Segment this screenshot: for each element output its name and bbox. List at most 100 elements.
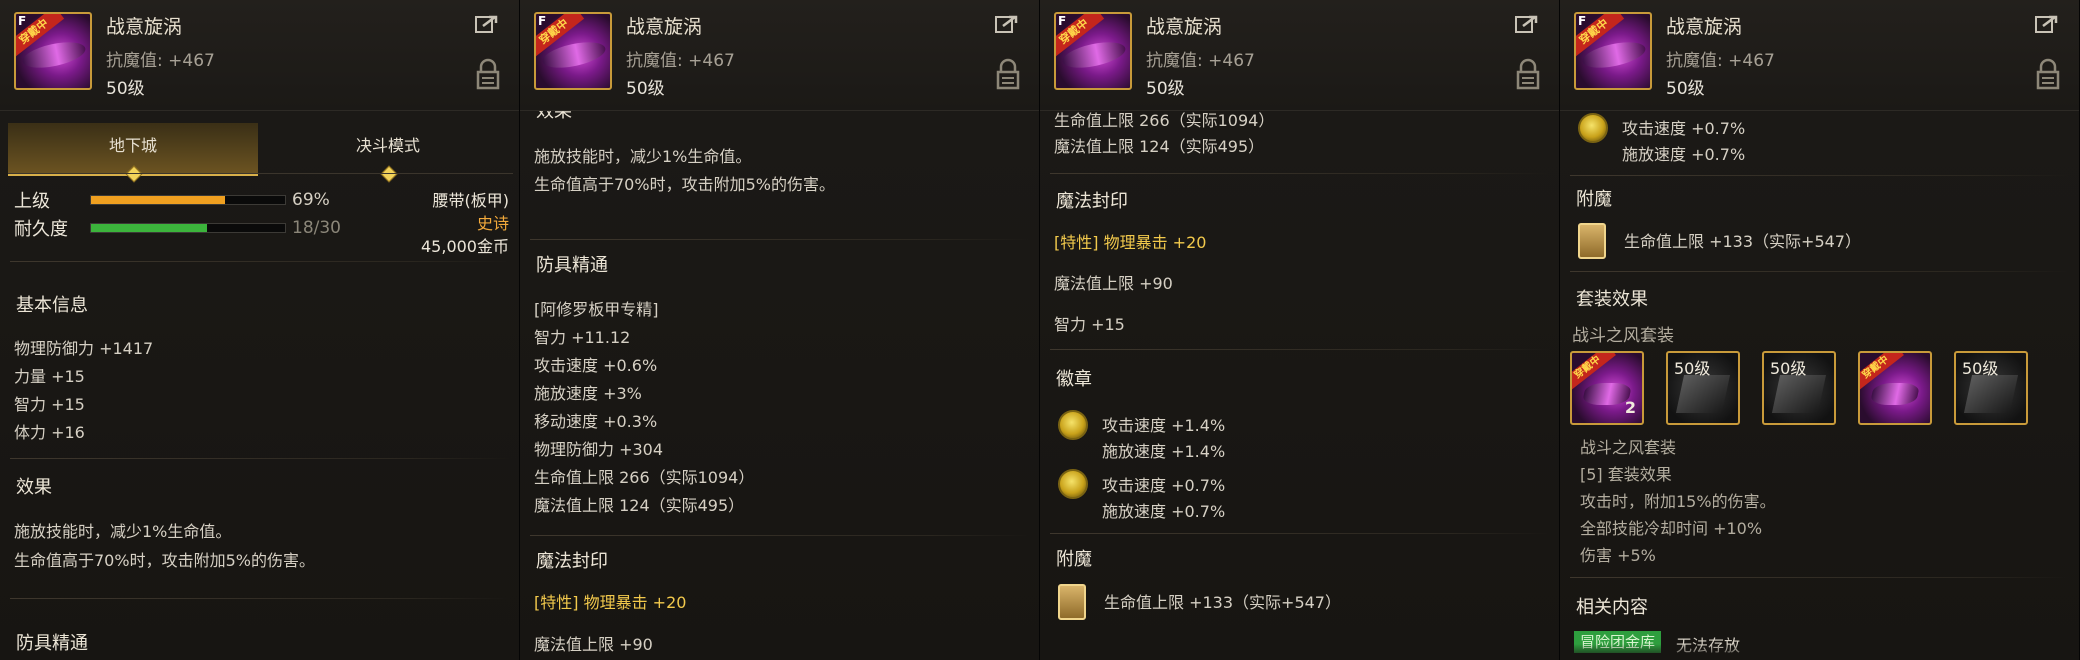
- set-detail-line: [5] 套装效果: [1580, 465, 1672, 484]
- stat-line: 力量 +15: [14, 367, 85, 386]
- seal-line: 智力 +15: [1054, 315, 1125, 334]
- effect-line: 施放技能时，减少1%生命值。: [14, 522, 232, 541]
- section-title-effect: 效果: [16, 477, 52, 498]
- item-icon[interactable]: 穿戴中 F: [14, 12, 92, 90]
- fade-edge: [1560, 644, 2079, 660]
- emblem-orb-icon[interactable]: [1058, 469, 1088, 499]
- magic-resist: 抗魔值: +467: [1666, 51, 1775, 71]
- divider: [10, 261, 510, 262]
- share-icon[interactable]: [1515, 14, 1539, 34]
- section-title-enchant: 附魔: [1576, 189, 1612, 210]
- section-title-armor-mastery: 防具精通: [16, 633, 88, 654]
- durability-label: 耐久度: [14, 219, 68, 240]
- mastery-line: 移动速度 +0.3%: [534, 412, 658, 431]
- item-rarity: 史诗: [476, 214, 509, 233]
- item-type: 腰带(板甲): [432, 191, 510, 210]
- tooltip-panel-1: 穿戴中 F 战意旋涡 抗魔值: +467 50级 地下城 决斗模式 上级 69%…: [0, 0, 520, 660]
- seal-line: 魔法值上限 +90: [534, 635, 653, 654]
- seal-special: [特性] 物理暴击 +20: [534, 593, 687, 612]
- item-level: 50级: [626, 79, 665, 99]
- divider: [10, 598, 510, 599]
- lock-icon[interactable]: [995, 58, 1021, 90]
- divider: [1050, 173, 1550, 174]
- lock-icon[interactable]: [1515, 58, 1541, 90]
- item-name: 战意旋涡: [1666, 16, 1743, 38]
- tab-label: 地下城: [108, 136, 157, 155]
- effect-line: 生命值高于70%时，攻击附加5%的伤害。: [534, 175, 835, 194]
- lock-icon[interactable]: [2035, 58, 2061, 90]
- item-name: 战意旋涡: [106, 16, 183, 38]
- set-detail-name: 战斗之风套装: [1580, 438, 1677, 457]
- seal-special: [特性] 物理暴击 +20: [1054, 233, 1207, 252]
- set-slot-4[interactable]: 穿戴中: [1858, 351, 1932, 425]
- armor-shape: [1771, 375, 1827, 413]
- mastery-line: 魔法值上限 124（实际495）: [1054, 137, 1265, 156]
- set-name: 战斗之风套装: [1572, 326, 1674, 346]
- enchant-line: 生命值上限 +133（实际+547）: [1624, 232, 1861, 251]
- tab-diamond-icon: [125, 165, 143, 183]
- effect-line: 生命值高于70%时，攻击附加5%的伤害。: [14, 551, 315, 570]
- share-icon[interactable]: [995, 14, 1019, 34]
- mode-tabs: 地下城 决斗模式: [8, 123, 513, 183]
- tooltip-panel-4: 穿戴中 F 战意旋涡 抗魔值: +467 50级 攻击速度 +0.7% 施放速度…: [1560, 0, 2080, 660]
- divider: [1570, 175, 2070, 176]
- item-header: 穿戴中 F 战意旋涡 抗魔值: +467 50级: [520, 0, 1039, 111]
- stat-line: 体力 +16: [14, 423, 85, 442]
- tab-diamond-icon: [380, 165, 398, 183]
- item-icon[interactable]: 穿戴中 F: [1054, 12, 1132, 90]
- emblem-orb-icon[interactable]: [1058, 410, 1088, 440]
- slot-level: 50级: [1674, 359, 1711, 378]
- enchant-card-icon[interactable]: [1578, 223, 1606, 259]
- item-level: 50级: [1146, 79, 1185, 99]
- armor-shape: [1675, 375, 1731, 413]
- stat-line: 物理防御力 +1417: [14, 339, 154, 358]
- mastery-line: 智力 +11.12: [534, 328, 631, 347]
- section-title-magic-seal: 魔法封印: [536, 551, 608, 572]
- item-icon[interactable]: 穿戴中 F: [1574, 12, 1652, 90]
- grade-label: 上级: [14, 191, 50, 212]
- set-detail-line: 攻击时，附加15%的伤害。: [1580, 492, 1776, 511]
- set-count: 2: [1624, 398, 1636, 417]
- emblem-line: 攻击速度 +0.7%: [1622, 119, 1746, 138]
- mastery-line: 魔法值上限 124（实际495）: [534, 496, 745, 515]
- item-level: 50级: [106, 79, 145, 99]
- divider: [8, 173, 513, 174]
- f-key-label: F: [1578, 14, 1587, 28]
- lock-icon[interactable]: [475, 58, 501, 90]
- divider: [1050, 349, 1550, 350]
- share-icon[interactable]: [2035, 14, 2059, 34]
- emblem-orb-icon[interactable]: [1578, 113, 1608, 143]
- tab-duel[interactable]: 决斗模式: [263, 123, 513, 183]
- emblem-line: 施放速度 +0.7%: [1102, 502, 1226, 521]
- durability-bar: [90, 223, 286, 233]
- divider: [10, 458, 510, 459]
- emblem-line: 攻击速度 +1.4%: [1102, 416, 1226, 435]
- enchant-card-icon[interactable]: [1058, 584, 1086, 620]
- item-header: 穿戴中 F 战意旋涡 抗魔值: +467 50级: [0, 0, 519, 111]
- emblem-line: 施放速度 +0.7%: [1622, 145, 1746, 164]
- share-icon[interactable]: [475, 14, 499, 34]
- item-icon[interactable]: 穿戴中 F: [534, 12, 612, 90]
- enchant-line: 生命值上限 +133（实际+547）: [1104, 593, 1341, 612]
- set-detail-line: 伤害 +5%: [1580, 546, 1656, 565]
- magic-resist: 抗魔值: +467: [106, 51, 215, 71]
- tab-label: 决斗模式: [355, 136, 420, 155]
- f-key-label: F: [1058, 14, 1067, 28]
- item-header: 穿戴中 F 战意旋涡 抗魔值: +467 50级: [1040, 0, 1559, 111]
- belt-shape: [1869, 383, 1921, 405]
- tooltip-panel-3: 穿戴中 F 战意旋涡 抗魔值: +467 50级 生命值上限 266（实际109…: [1040, 0, 1560, 660]
- set-slot-2[interactable]: 50级: [1666, 351, 1740, 425]
- f-key-label: F: [18, 14, 27, 28]
- slot-level: 50级: [1770, 359, 1807, 378]
- set-slot-3[interactable]: 50级: [1762, 351, 1836, 425]
- set-slot-5[interactable]: 50级: [1954, 351, 2028, 425]
- divider: [530, 535, 1030, 536]
- item-name: 战意旋涡: [1146, 16, 1223, 38]
- divider: [1050, 533, 1550, 534]
- mastery-line: 物理防御力 +304: [534, 440, 664, 459]
- magic-resist: 抗魔值: +467: [1146, 51, 1255, 71]
- section-title-enchant: 附魔: [1056, 549, 1092, 570]
- tab-dungeon[interactable]: 地下城: [8, 123, 258, 183]
- mastery-spec: [阿修罗板甲专精]: [534, 300, 659, 319]
- set-slot-1[interactable]: 穿戴中 2: [1570, 351, 1644, 425]
